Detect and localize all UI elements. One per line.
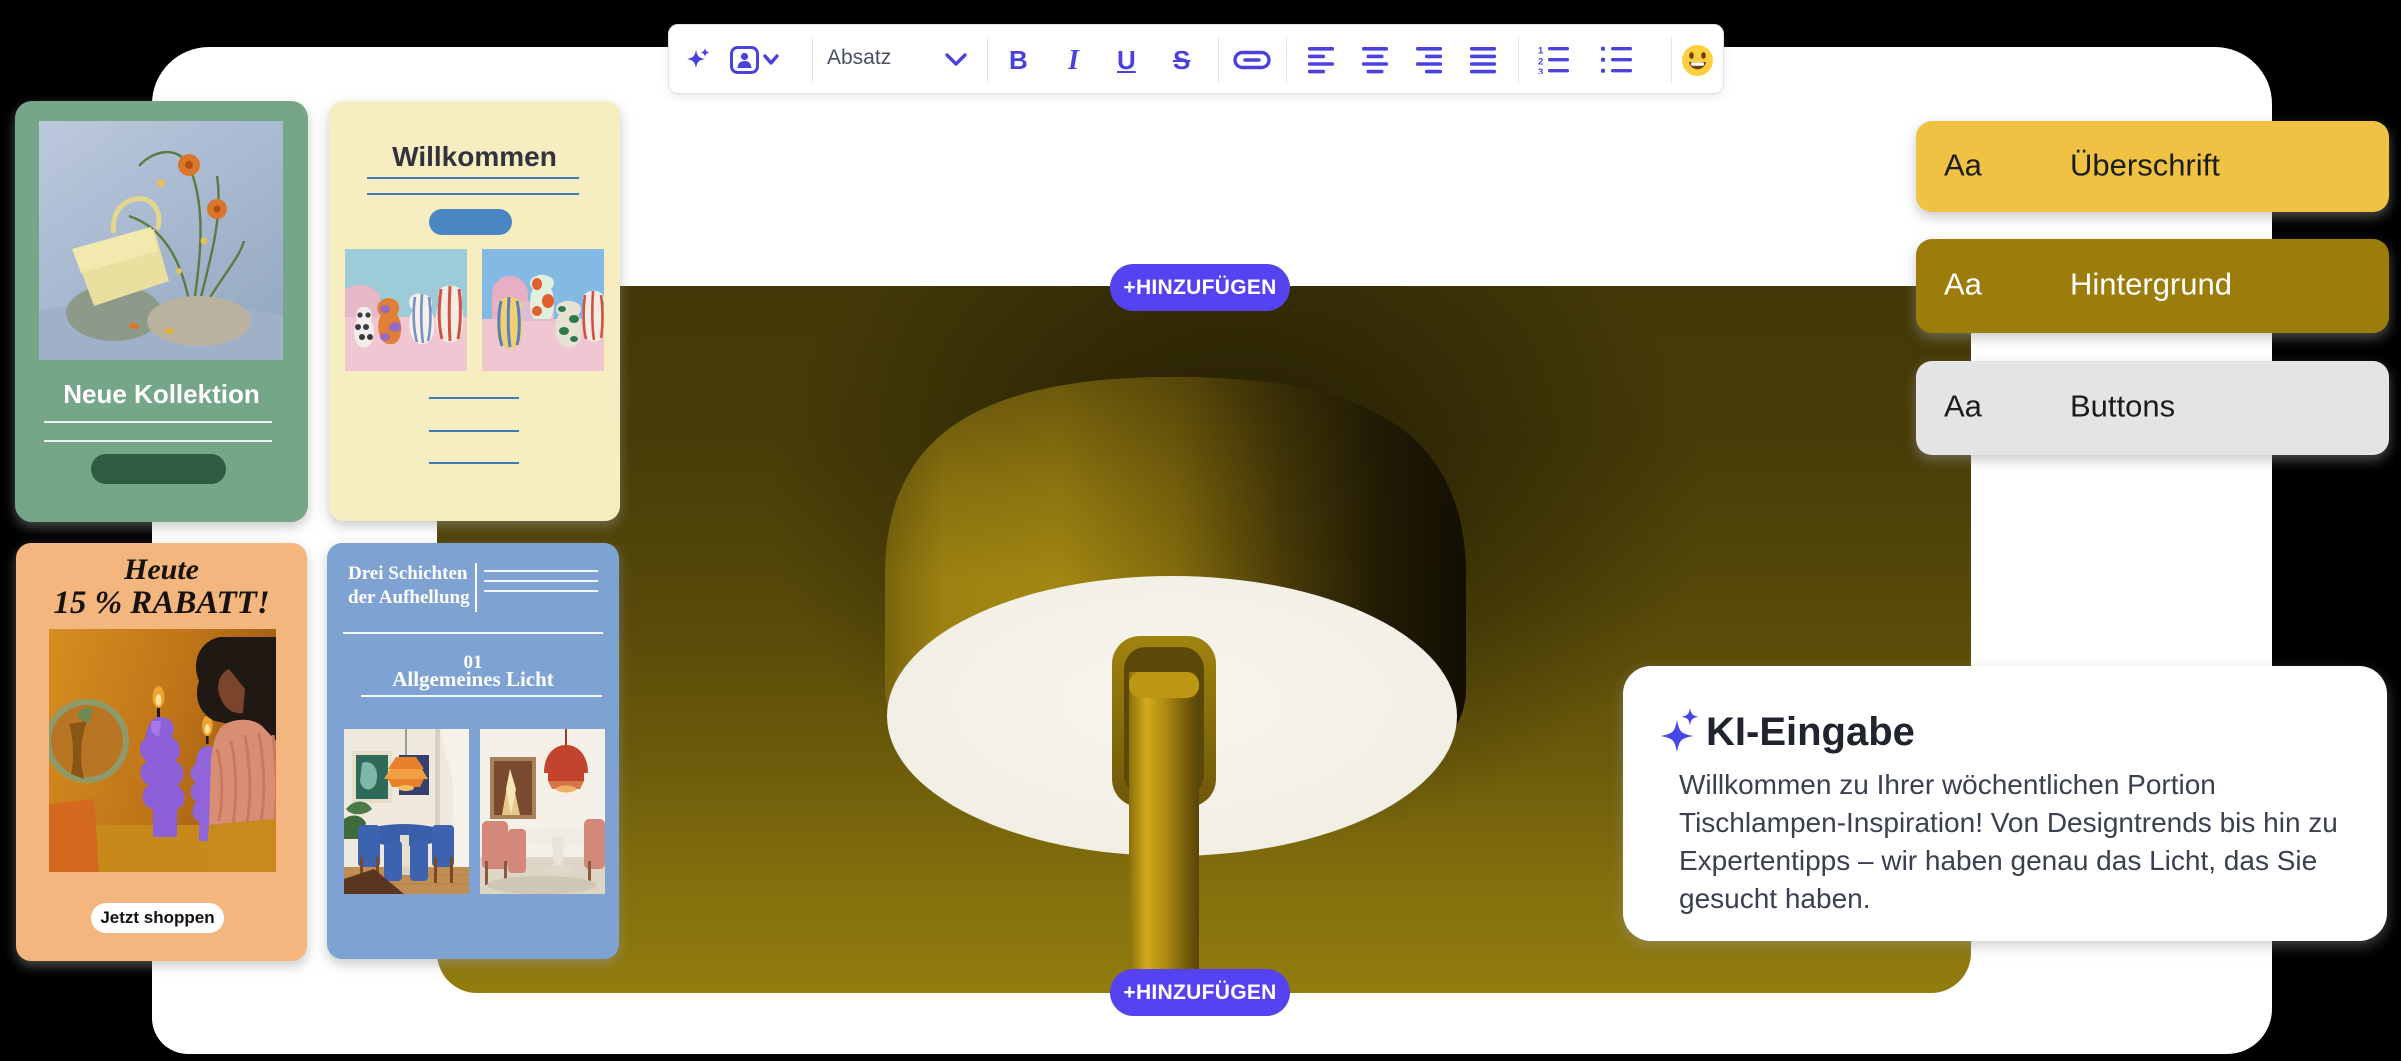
svg-text:2: 2 [1538, 57, 1543, 68]
svg-text:1: 1 [1538, 46, 1544, 57]
svg-text:3: 3 [1538, 67, 1543, 74]
